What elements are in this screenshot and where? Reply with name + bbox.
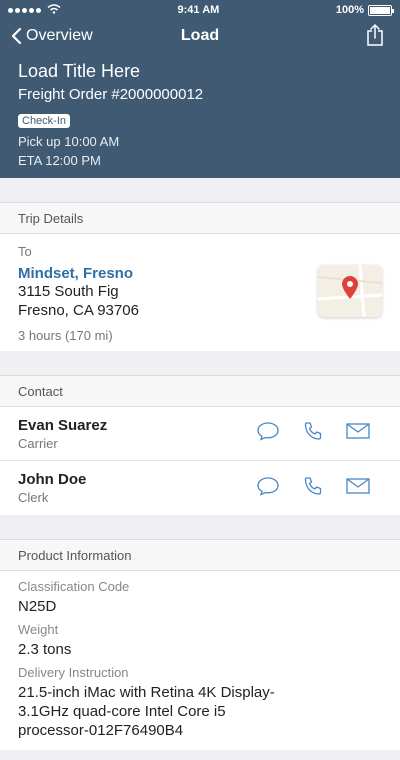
trip-details-header: Trip Details [0, 202, 400, 234]
share-icon[interactable] [366, 24, 384, 51]
chat-icon[interactable] [256, 476, 280, 501]
product-information-card: Classification Code N25D Weight 2.3 tons… [0, 571, 400, 750]
weight-label: Weight [18, 622, 59, 637]
navigation-bar: Overview Load [0, 20, 400, 52]
classification-code-label: Classification Code [18, 579, 130, 594]
wifi-icon [47, 3, 61, 17]
check-in-badge[interactable]: Check-In [18, 114, 71, 128]
status-bar: 9:41 AM 100% [0, 0, 400, 20]
contact-row: John Doe Clerk [0, 461, 400, 515]
contact-name: John Doe [18, 471, 87, 488]
signal-icon [8, 3, 61, 17]
contact-list: Evan Suarez Carrier John Doe Clerk [0, 407, 400, 515]
battery-percent: 100% [335, 4, 364, 16]
pickup-time: Pick up 10:00 AM [18, 134, 120, 149]
section-spacer [0, 351, 400, 375]
delivery-instruction-line-2: 3.1GHz quad-core Intel Core i5 [18, 703, 226, 720]
mail-icon[interactable] [346, 477, 370, 499]
contact-row: Evan Suarez Carrier [0, 407, 400, 461]
trip-details-card: To Mindset, Fresno 3115 South Fig Fresno… [0, 234, 400, 351]
classification-code-value: N25D [18, 598, 57, 615]
contact-name: Evan Suarez [18, 416, 108, 434]
delivery-instruction-line-1: 21.5-inch iMac with Retina 4K Display- [18, 684, 275, 701]
contact-role: Carrier [18, 435, 58, 451]
delivery-instruction-label: Delivery Instruction [18, 665, 129, 680]
weight-value: 2.3 tons [18, 641, 72, 658]
mail-icon[interactable] [346, 423, 370, 444]
chat-icon[interactable] [256, 421, 280, 446]
eta-time: ETA 12:00 PM [18, 153, 101, 168]
contact-role: Clerk [18, 490, 49, 505]
contact-header: Contact [0, 375, 400, 407]
phone-icon[interactable] [302, 421, 324, 446]
trip-duration: 3 hours (170 mi) [18, 328, 113, 343]
back-button[interactable]: Overview [10, 27, 93, 45]
delivery-instruction-line-3: processor-012F76490B4 [18, 722, 184, 739]
phone-icon[interactable] [302, 476, 324, 501]
freight-order-number: Freight Order #2000000012 [18, 86, 204, 103]
header: 9:41 AM 100% Overview Load Load Title He… [0, 0, 400, 178]
battery-icon [367, 4, 394, 16]
load-title: Load Title Here [18, 61, 141, 81]
chevron-left-icon [10, 27, 22, 45]
map-thumbnail[interactable] [318, 265, 382, 317]
battery-fill [369, 6, 390, 14]
section-spacer [0, 515, 400, 539]
status-time: 9:41 AM [177, 4, 220, 16]
product-information-header: Product Information [0, 539, 400, 571]
section-spacer [0, 178, 400, 202]
back-label: Overview [26, 27, 93, 44]
to-label: To [18, 244, 32, 259]
